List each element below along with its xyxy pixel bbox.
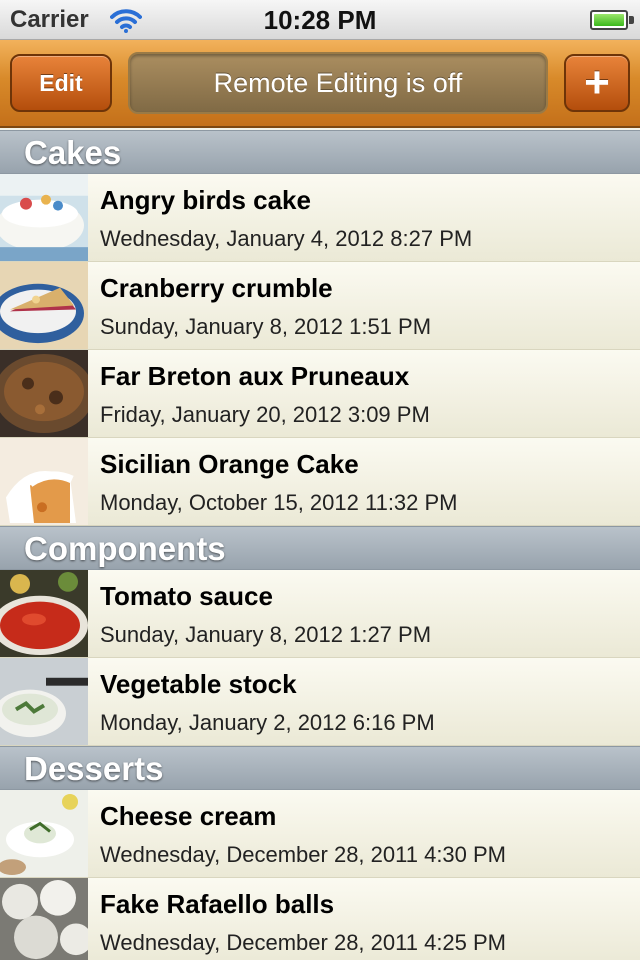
recipe-thumbnail <box>0 658 88 745</box>
list-item[interactable]: Cheese cream Wednesday, December 28, 201… <box>0 790 640 878</box>
recipe-date: Wednesday, January 4, 2012 8:27 PM <box>100 226 473 251</box>
list-item[interactable]: Vegetable stock Monday, January 2, 2012 … <box>0 658 640 746</box>
list-item[interactable]: Fake Rafaello balls Wednesday, December … <box>0 878 640 960</box>
recipe-date: Friday, January 20, 2012 3:09 PM <box>100 402 430 427</box>
recipe-name: Cranberry crumble <box>100 273 333 303</box>
section-header-components: Components <box>0 526 640 570</box>
recipe-name: Far Breton aux Pruneaux <box>100 361 410 391</box>
recipe-name: Vegetable stock <box>100 669 297 699</box>
recipe-date: Monday, October 15, 2012 11:32 PM <box>100 490 458 515</box>
add-recipe-button[interactable]: + <box>564 54 630 112</box>
recipe-name: Tomato sauce <box>100 581 273 611</box>
recipe-date: Sunday, January 8, 2012 1:27 PM <box>100 622 432 647</box>
recipe-name: Sicilian Orange Cake <box>100 449 359 479</box>
recipe-name: Fake Rafaello balls <box>100 889 335 919</box>
recipe-thumbnail <box>0 570 88 657</box>
list-item[interactable]: Sicilian Orange Cake Monday, October 15,… <box>0 438 640 526</box>
navigation-bar: Edit Remote Editing is off + <box>0 40 640 128</box>
list-item[interactable]: Tomato sauce Sunday, January 8, 2012 1:2… <box>0 570 640 658</box>
list-item[interactable]: Far Breton aux Pruneaux Friday, January … <box>0 350 640 438</box>
recipe-date: Sunday, January 8, 2012 1:51 PM <box>100 314 432 339</box>
recipe-date: Wednesday, December 28, 2011 4:30 PM <box>100 842 507 867</box>
recipe-date: Wednesday, December 28, 2011 4:25 PM <box>100 930 507 955</box>
recipe-thumbnail <box>0 878 88 960</box>
list-item[interactable]: Angry birds cake Wednesday, January 4, 2… <box>0 174 640 262</box>
battery-tip <box>629 16 634 24</box>
recipe-date: Monday, January 2, 2012 6:16 PM <box>100 710 435 735</box>
section-header-cakes: Cakes <box>0 130 640 174</box>
clock: 10:28 PM <box>263 5 377 35</box>
list-item[interactable]: Cranberry crumble Sunday, January 8, 201… <box>0 262 640 350</box>
status-bar: Carrier 10:28 PM <box>0 0 640 40</box>
recipe-thumbnail <box>0 350 88 437</box>
recipe-thumbnail <box>0 438 88 525</box>
section-header-desserts: Desserts <box>0 746 640 790</box>
recipe-name: Angry birds cake <box>100 185 311 215</box>
recipe-thumbnail <box>0 174 88 261</box>
recipe-list[interactable]: Cakes Angry birds cake Wednesday, Januar… <box>0 130 640 960</box>
battery-icon <box>590 10 628 30</box>
recipe-thumbnail <box>0 262 88 349</box>
recipe-name: Cheese cream <box>100 801 277 831</box>
remote-editing-status[interactable]: Remote Editing is off <box>128 52 548 114</box>
recipe-thumbnail <box>0 790 88 877</box>
edit-button[interactable]: Edit <box>10 54 112 112</box>
